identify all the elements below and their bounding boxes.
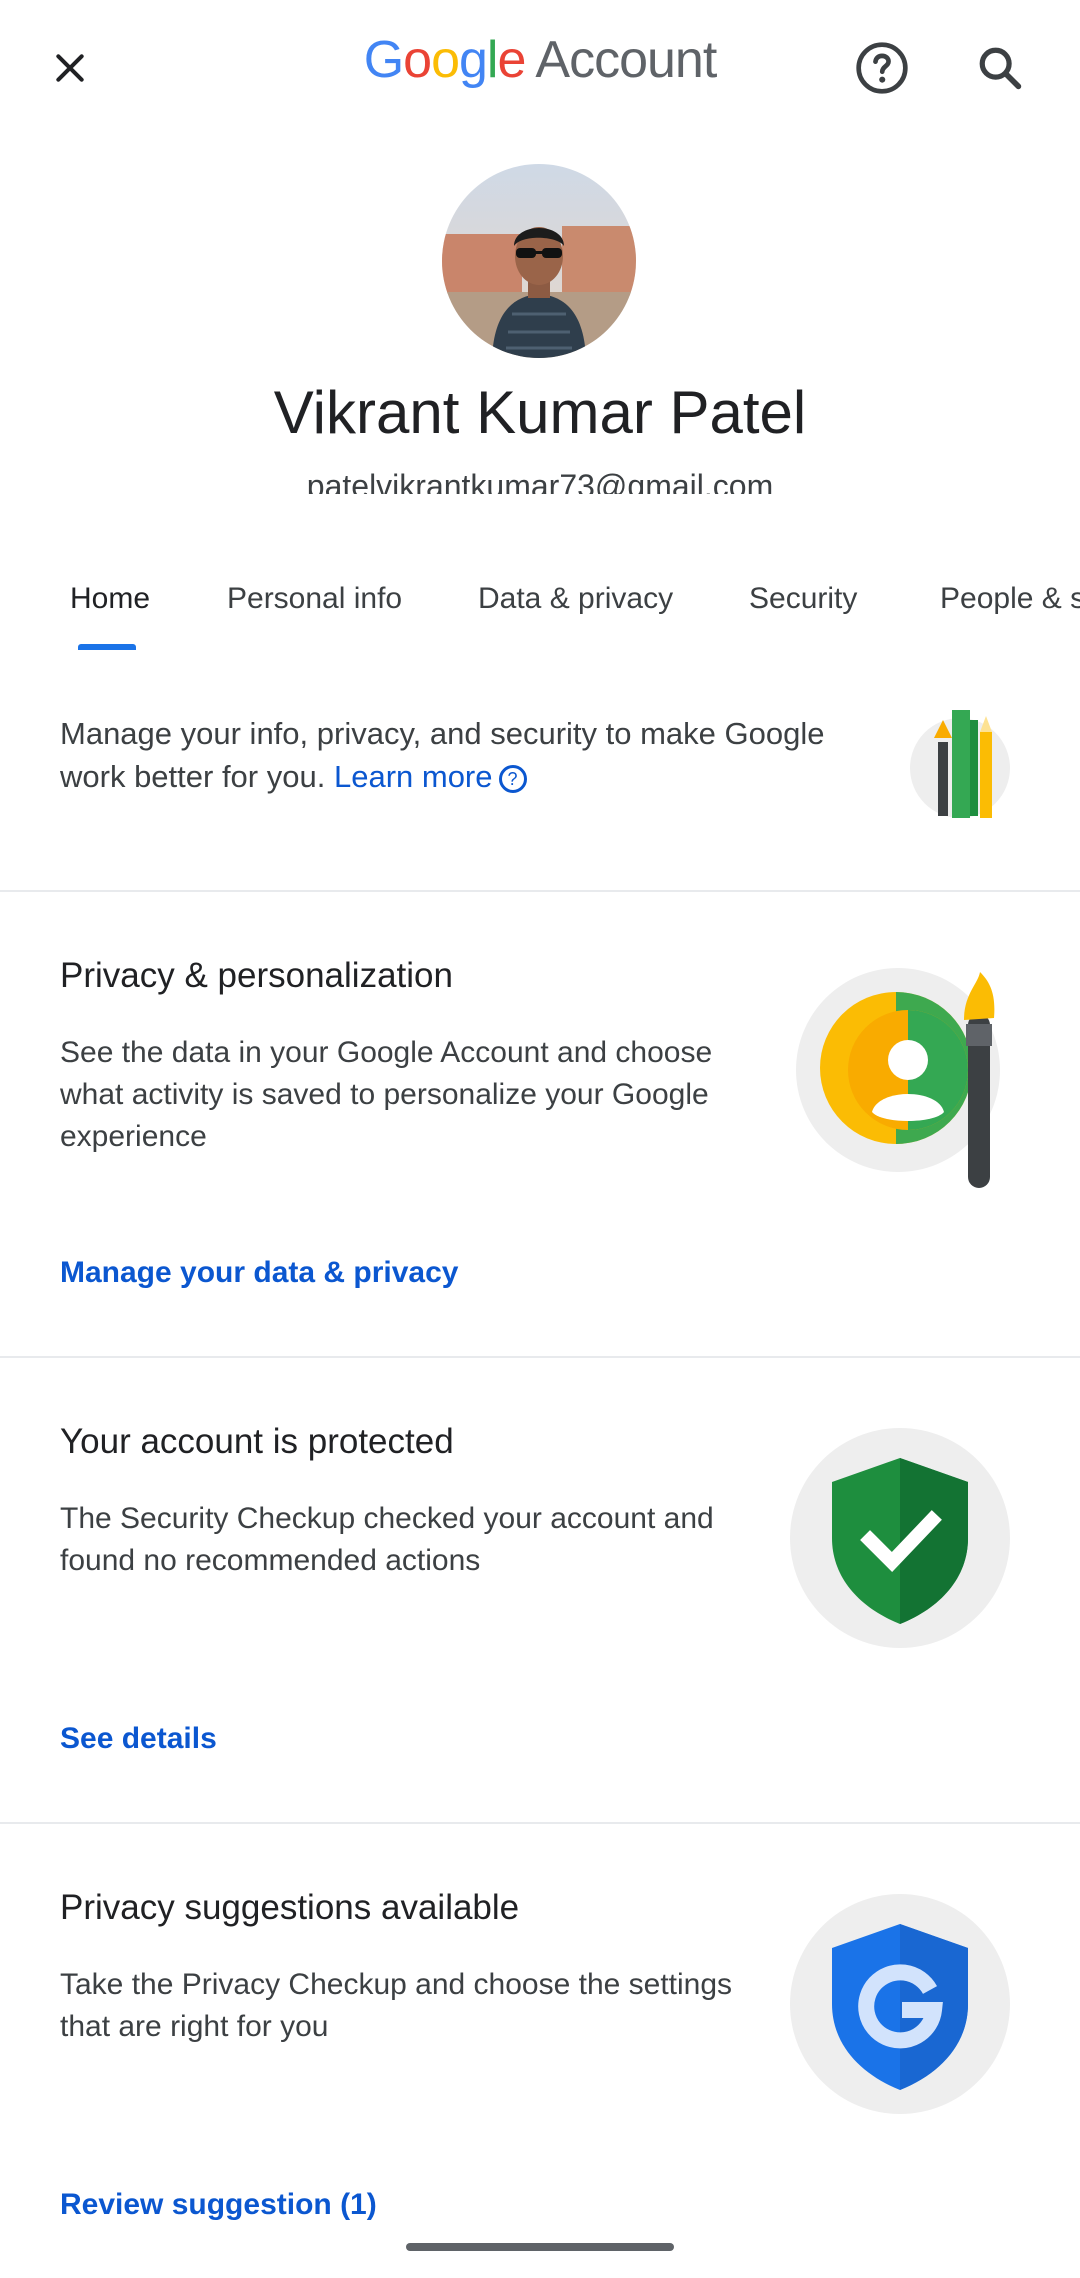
divider bbox=[0, 1356, 1080, 1358]
privacy-suggestions-description: Take the Privacy Checkup and choose the … bbox=[60, 1968, 733, 2043]
manage-data-privacy-link[interactable]: Manage your data & privacy bbox=[60, 1256, 458, 1290]
selected-tab-indicator bbox=[78, 644, 136, 650]
intro-text: Manage your info, privacy, and security … bbox=[60, 716, 825, 794]
account-name: Vikrant Kumar Patel bbox=[273, 379, 807, 446]
tab-data-privacy[interactable]: Data & privacy bbox=[478, 582, 673, 616]
privacy-personalization-icon bbox=[796, 968, 1000, 1188]
tools-illustration-icon bbox=[910, 710, 1010, 818]
account-email: patelvikrantkumar73@gmail.com bbox=[306, 468, 774, 494]
help-small-icon[interactable]: ? bbox=[498, 764, 527, 793]
security-shield-check-icon bbox=[790, 1428, 1010, 1648]
privacy-personalization-title: Privacy & personalization bbox=[60, 956, 453, 995]
top-app-bar: Google Account bbox=[0, 0, 1080, 140]
home-indicator[interactable] bbox=[406, 2243, 674, 2251]
tab-home[interactable]: Home bbox=[70, 582, 150, 616]
divider bbox=[0, 890, 1080, 892]
help-button[interactable] bbox=[838, 24, 926, 112]
tab-bar: Home Personal info Data & privacy Securi… bbox=[0, 560, 1080, 650]
tab-personal-info[interactable]: Personal info bbox=[227, 582, 402, 616]
learn-more-link[interactable]: Learn more bbox=[334, 759, 493, 794]
account-protected-title: Your account is protected bbox=[60, 1422, 454, 1461]
search-button[interactable] bbox=[956, 24, 1044, 112]
help-circle-icon bbox=[856, 42, 908, 94]
privacy-suggestions-title: Privacy suggestions available bbox=[60, 1888, 520, 1927]
review-suggestion-link[interactable]: Review suggestion (1) bbox=[60, 2188, 377, 2222]
privacy-personalization-description: See the data in your Google Account and … bbox=[60, 1036, 713, 1153]
privacy-checkup-shield-icon bbox=[790, 1894, 1010, 2114]
tab-people-sharing[interactable]: People & sharing bbox=[940, 582, 1080, 616]
tab-security[interactable]: Security bbox=[749, 582, 857, 616]
see-details-link[interactable]: See details bbox=[60, 1722, 217, 1756]
account-protected-description: The Security Checkup checked your accoun… bbox=[60, 1502, 714, 1577]
profile-photo bbox=[442, 164, 636, 358]
divider bbox=[0, 1822, 1080, 1824]
search-icon bbox=[979, 47, 1022, 90]
avatar[interactable] bbox=[442, 164, 636, 358]
